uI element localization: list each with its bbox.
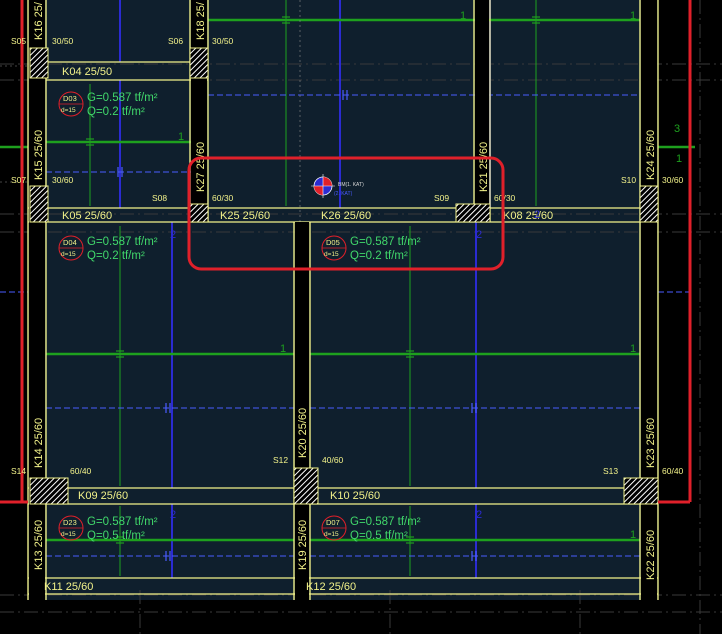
slab-d04-g: G=0.587 tf/m² (87, 236, 158, 248)
rebar-mark-1d: 1 (676, 153, 682, 165)
beam-k12: K12 25/60 (306, 581, 356, 593)
rebar-mark-3: 3 (674, 123, 680, 135)
beam-k22: K22 25/60 (645, 530, 657, 580)
beam-k04: K04 25/50 (62, 66, 112, 78)
slab-d03-id: D03 (63, 94, 77, 103)
support-s14: S14 (11, 466, 26, 476)
beam-k13: K13 25/60 (33, 520, 45, 570)
slab-d05-g: G=0.587 tf/m² (350, 236, 421, 248)
slab-d07-q: Q=0.5 tf/m² (350, 530, 408, 542)
column-s07 (29, 185, 49, 223)
slab-d23-g: G=0.587 tf/m² (87, 516, 158, 528)
beam-k11: K11 25/60 (44, 581, 93, 593)
size-c3: 30/60 (52, 175, 74, 185)
beam-k10: K10 25/60 (330, 490, 380, 502)
column-s06 (189, 47, 209, 79)
support-s08: S08 (152, 193, 167, 203)
slab-d05-d: d=15 (324, 251, 339, 258)
size-c8: 40/60 (322, 455, 344, 465)
slab-d04-id: D04 (63, 238, 77, 247)
support-s10: S10 (621, 175, 636, 185)
beam-k16: K16 25/ (33, 1, 45, 40)
benchmark-label-1: BM(1. KAT) (338, 182, 364, 188)
column-s05 (29, 47, 49, 79)
column-s14 (29, 477, 69, 505)
slab-d04-d: d=15 (61, 251, 76, 258)
size-c2: 30/50 (212, 36, 234, 46)
slab-d03-g: G=0.587 tf/m² (87, 92, 158, 104)
size-c6: 30/60 (662, 175, 684, 185)
beam-k19: K19 25/60 (297, 520, 309, 570)
beam-k26: K26 25/60 (321, 210, 371, 222)
rebar-mark-1b: 1 (630, 10, 636, 22)
slab-d03-d: d=15 (61, 107, 76, 114)
rebar-mark-1a: 1 (460, 10, 466, 22)
support-s12: S12 (273, 455, 288, 465)
beam-k25: K25 25/60 (220, 210, 270, 222)
support-s13: S13 (603, 466, 618, 476)
cad-drawing-canvas[interactable]: K04 25/50 K05 25/60 K25 25/60 K26 25/60 … (0, 0, 722, 634)
slab-d05-id: D05 (326, 238, 340, 247)
support-s05: S05 (11, 36, 26, 46)
beam-k05: K05 25/60 (62, 210, 112, 222)
rebar-mark-2b: 2 (476, 229, 482, 241)
beam-k18: K18 25/ (195, 1, 207, 40)
slab-d07-d: d=15 (324, 531, 339, 538)
support-s09: S09 (434, 193, 449, 203)
slab-d05-q: Q=0.2 tf/m² (350, 250, 408, 262)
column-s10 (639, 185, 659, 223)
column-s09 (455, 203, 491, 223)
support-s07: S07 (11, 175, 26, 185)
beam-k14: K14 25/60 (33, 418, 45, 468)
slab-d03-q: Q=0.2 tf/m² (87, 106, 145, 118)
rebar-mark-2c: 2 (170, 509, 176, 521)
rebar-mark-1e: 1 (280, 343, 286, 355)
rebar-mark-2d: 2 (476, 509, 482, 521)
beam-k09: K09 25/60 (78, 490, 128, 502)
benchmark-label-2: (2. KAT) (334, 191, 353, 197)
rebar-mark-1f: 1 (630, 343, 636, 355)
beam-k23: K23 25/60 (645, 418, 657, 468)
size-c4: 60/30 (212, 193, 234, 203)
size-c1: 30/50 (52, 36, 74, 46)
rebar-mark-2a: 2 (170, 229, 176, 241)
beam-k08: K08 25/60 (503, 210, 553, 222)
rebar-mark-1g: 1 (630, 529, 636, 541)
column-s08 (189, 203, 209, 223)
beam-k20: K20 25/60 (297, 408, 309, 458)
beam-k15: K15 25/60 (33, 130, 45, 180)
slab-d23-id: D23 (63, 518, 77, 527)
slab-d23-q: Q=0.5 tf/m² (87, 530, 145, 542)
column-s12 (293, 467, 319, 505)
support-s06: S06 (168, 36, 183, 46)
size-c7: 60/40 (70, 466, 92, 476)
rebar-mark-1c: 1 (178, 131, 184, 143)
size-c5: 60/30 (494, 193, 516, 203)
size-c9: 60/40 (662, 466, 684, 476)
slab-d23-d: d=15 (61, 531, 76, 538)
beam-k21: K21 25/60 (478, 142, 490, 192)
slab-d04-q: Q=0.2 tf/m² (87, 250, 145, 262)
beam-k24: K24 25/60 (645, 130, 657, 180)
beam-k27: K27 25/60 (195, 142, 207, 192)
slab-d07-g: G=0.587 tf/m² (350, 516, 421, 528)
rebar-mark-2e: 2 (534, 209, 540, 221)
column-s13 (623, 477, 659, 505)
slab-d07-id: D07 (326, 518, 340, 527)
